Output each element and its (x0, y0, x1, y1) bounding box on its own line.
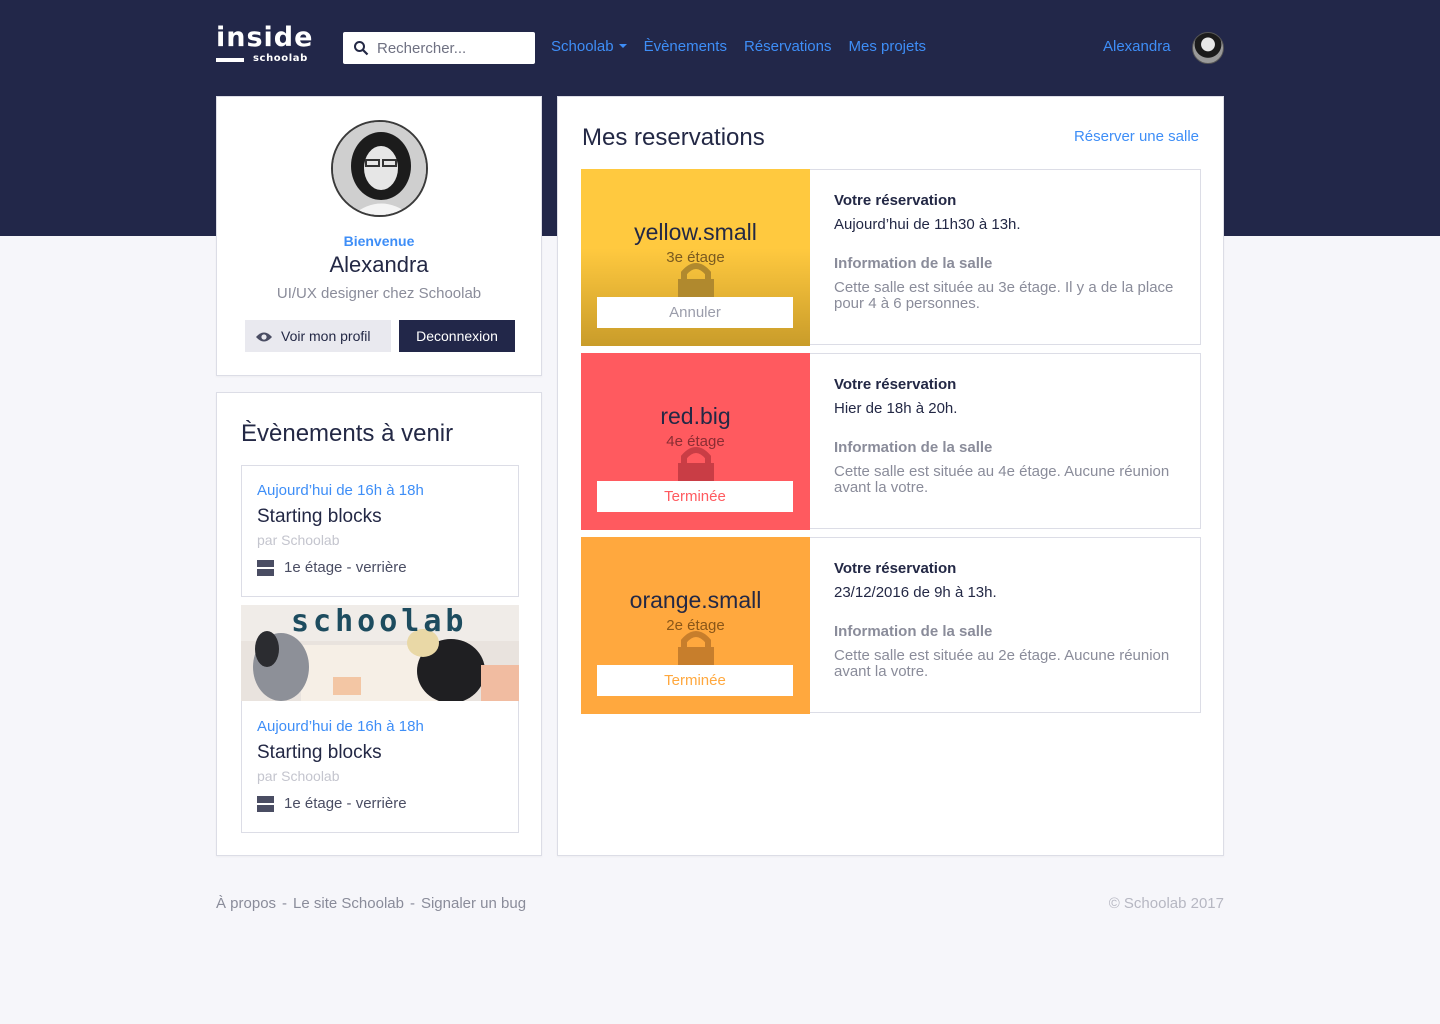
profile-greeting: Bienvenue (343, 233, 415, 249)
nav-evenements[interactable]: Èvènements (644, 38, 727, 55)
logo[interactable]: inside schoolab (216, 22, 316, 68)
footer-links: À propos - Le site Schoolab - Signaler un bu… (216, 895, 526, 912)
event-organizer: par Schoolab (257, 768, 340, 784)
main-nav: Schoolab Èvènements Réservations Mes pro… (551, 38, 926, 55)
reservation-info: Votre réservation 23/12/2016 de 9h à 13h… (834, 560, 1174, 680)
search-input[interactable] (377, 32, 531, 64)
footer-link-bug[interactable]: Signaler un bug (421, 895, 526, 912)
reservations-card: Mes reservations Réserver une salle yell… (557, 96, 1224, 856)
reservation-item: yellow.small 3e étage Annuler Votre rése… (581, 169, 1201, 346)
reservations-title: Mes reservations (582, 124, 765, 151)
room-info-text: Cette salle est située au 3e étage. Il y… (834, 279, 1174, 312)
room-thumbnail: red.big 4e étage Terminée (581, 353, 810, 530)
copyright: © Schoolab 2017 (1108, 895, 1224, 912)
event-title: Starting blocks (257, 506, 382, 527)
view-profile-label: Voir mon profil (281, 328, 371, 344)
nav-reservations[interactable]: Réservations (744, 38, 832, 55)
reservation-info: Votre réservation Aujourd’hui de 11h30 à… (834, 192, 1174, 312)
footer-link-site[interactable]: Le site Schoolab (293, 895, 404, 912)
room-info-text: Cette salle est située au 2e étage. Aucu… (834, 647, 1170, 680)
lock-icon (678, 263, 714, 299)
reservation-label: Votre réservation (834, 376, 957, 393)
user-avatar[interactable] (1192, 32, 1224, 64)
search-icon (353, 40, 369, 61)
room-name: red.big (660, 403, 731, 429)
footer-separator: - (409, 895, 415, 912)
reservation-time: 23/12/2016 de 9h à 13h. (834, 584, 997, 601)
profile-card: Bienvenue Alexandra UI/UX designer chez … (216, 96, 542, 376)
eye-icon (255, 330, 273, 346)
room-info-text: Cette salle est située au 4e étage. Aucu… (834, 463, 1170, 496)
room-thumbnail: orange.small 2e étage Terminée (581, 537, 810, 714)
event-location: 1e étage - verrière (257, 795, 424, 812)
footer-link-about[interactable]: À propos (216, 895, 276, 912)
reservation-time: Aujourd’hui de 11h30 à 13h. (834, 216, 1021, 233)
footer-separator: - (282, 895, 288, 912)
cancel-reservation-button[interactable]: Annuler (597, 297, 793, 328)
event-body: Aujourd’hui de 16h à 18h Starting blocks… (257, 718, 424, 812)
profile-avatar (331, 120, 428, 217)
event-body: Aujourd’hui de 16h à 18h Starting blocks… (257, 482, 424, 576)
nav-schoolab-label: Schoolab (551, 38, 614, 55)
event-location: 1e étage - verrière (257, 559, 424, 576)
room-icon (257, 795, 274, 812)
events-card: Èvènements à venir Aujourd’hui de 16h à … (216, 392, 542, 856)
room-info-label: Information de la salle (834, 255, 993, 272)
reservation-label: Votre réservation (834, 192, 957, 209)
lock-icon (678, 631, 714, 667)
event-item[interactable]: schoolab Aujourd’hui de 16h à 18h Starti… (241, 605, 519, 833)
profile-name: Alexandra (329, 252, 429, 277)
reservation-time: Hier de 18h à 20h. (834, 400, 958, 417)
search-box[interactable] (343, 32, 535, 64)
logo-bar (216, 58, 244, 62)
lock-icon (678, 447, 714, 483)
event-location-label: 1e étage - verrière (284, 559, 407, 576)
user-menu-name[interactable]: Alexandra (1103, 38, 1171, 55)
logout-button[interactable]: Deconnexion (399, 320, 515, 352)
view-profile-button[interactable]: Voir mon profil (245, 320, 391, 352)
reservation-item: orange.small 2e étage Terminée Votre rés… (581, 537, 1201, 714)
top-nav: inside schoolab Schoolab Èvènements Rése… (0, 0, 1440, 96)
book-room-link[interactable]: Réserver une salle (1074, 128, 1199, 145)
profile-role: UI/UX designer chez Schoolab (276, 285, 482, 302)
room-info-label: Information de la salle (834, 623, 993, 640)
event-title: Starting blocks (257, 742, 382, 763)
room-info-label: Information de la salle (834, 439, 993, 456)
event-organizer: par Schoolab (257, 532, 340, 548)
event-item[interactable]: Aujourd’hui de 16h à 18h Starting blocks… (241, 465, 519, 597)
reservation-info: Votre réservation Hier de 18h à 20h. Inf… (834, 376, 1174, 496)
room-name: orange.small (629, 587, 762, 613)
room-name: yellow.small (634, 219, 757, 245)
caret-down-icon (618, 44, 627, 48)
reservation-item: red.big 4e étage Terminée Votre réservat… (581, 353, 1201, 530)
nav-mes-projets[interactable]: Mes projets (849, 38, 927, 55)
event-image: schoolab (241, 605, 519, 701)
room-thumbnail: yellow.small 3e étage Annuler (581, 169, 810, 346)
event-time: Aujourd’hui de 16h à 18h (257, 718, 424, 735)
event-time: Aujourd’hui de 16h à 18h (257, 482, 424, 499)
reservation-status-button[interactable]: Terminée (597, 481, 793, 512)
nav-schoolab[interactable]: Schoolab (551, 38, 627, 55)
event-image-banner-text: schoolab (291, 605, 468, 639)
event-location-label: 1e étage - verrière (284, 795, 407, 812)
logo-text: inside (216, 22, 314, 53)
room-icon (257, 559, 274, 576)
reservation-status-button[interactable]: Terminée (597, 665, 793, 696)
logo-subtext: schoolab (253, 53, 308, 64)
events-title: Èvènements à venir (241, 420, 454, 447)
reservation-label: Votre réservation (834, 560, 957, 577)
